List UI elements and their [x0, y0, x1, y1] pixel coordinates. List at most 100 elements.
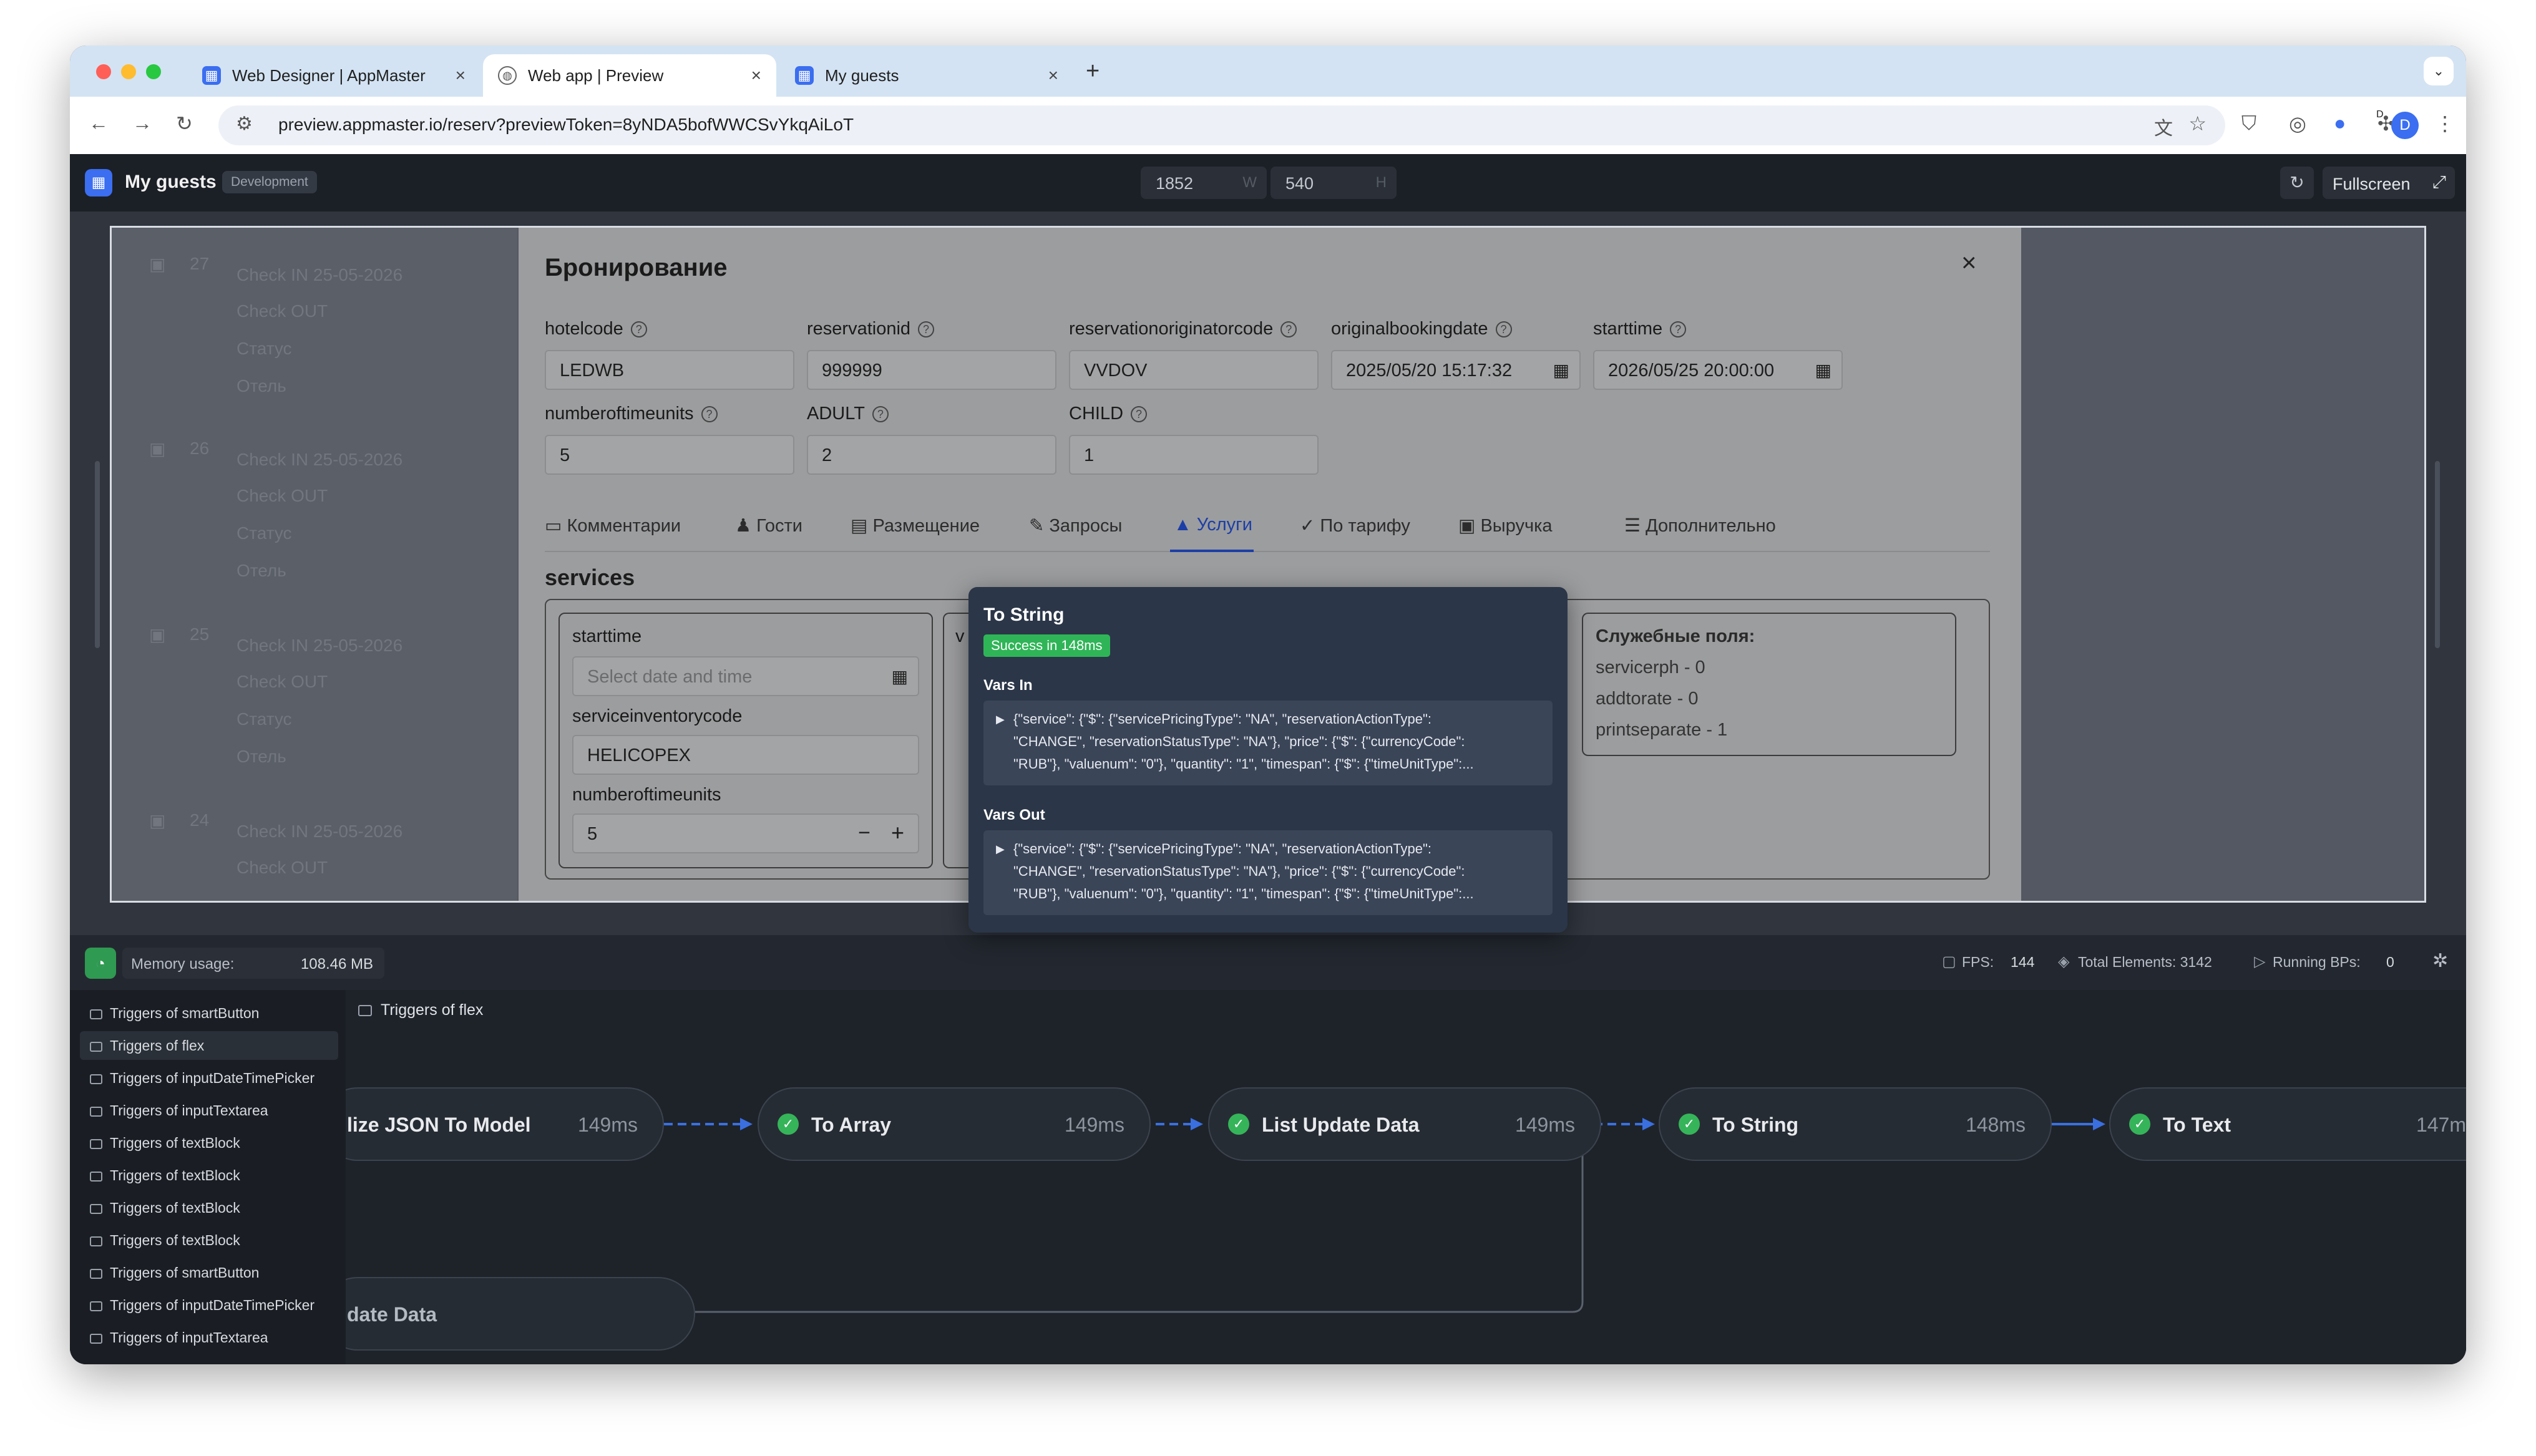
refresh-preview-button[interactable]: ↻	[2280, 167, 2314, 199]
trigger-item[interactable]: Triggers of textBlock	[80, 1193, 338, 1222]
node-tooltip: To String Success in 148ms Vars In ▶ {"s…	[968, 587, 1568, 933]
trigger-item[interactable]: Triggers of inputDateTimePicker	[80, 1064, 338, 1092]
serviceinventorycode-input[interactable]: HELICOPEX	[572, 735, 919, 775]
browser-tab-preview[interactable]: ◍ Web app | Preview ×	[483, 54, 776, 97]
trigger-item[interactable]: Triggers of smartButton	[80, 1258, 338, 1287]
forward-icon[interactable]: →	[132, 112, 152, 135]
trigger-item[interactable]: Triggers of textBlock	[80, 1161, 338, 1190]
child-input[interactable]: 1	[1069, 435, 1319, 475]
hotelcode-input[interactable]: LEDWB	[545, 350, 794, 390]
fullscreen-button[interactable]: Fullscreen ⤢	[2323, 167, 2455, 199]
expand-caret-icon[interactable]: ▶	[996, 838, 1005, 860]
extension-puzzle-icon[interactable]: ◎	[2289, 112, 2306, 135]
tooltip-title: To String	[983, 604, 1065, 625]
tab-revenue[interactable]: ▣ Выручка	[1458, 515, 1553, 536]
trigger-icon	[90, 1172, 102, 1182]
trigger-item[interactable]: Triggers of textBlock	[80, 1128, 338, 1157]
trigger-item[interactable]: Triggers of inputDateTimePicker	[80, 1291, 338, 1319]
minimize-window-button[interactable]	[121, 64, 136, 79]
flow-canvas[interactable]: Triggers of flex lize JSON To Model 149m…	[346, 990, 2466, 1364]
adult-input[interactable]: 2	[807, 435, 1056, 475]
trigger-item[interactable]: Triggers of inputTextarea	[80, 1096, 338, 1125]
flow-node-update-data-lower[interactable]: date Data	[346, 1277, 695, 1351]
close-tab-icon[interactable]: ×	[456, 66, 466, 85]
expand-caret-icon[interactable]: ▶	[996, 708, 1005, 730]
extension-shield-icon[interactable]: ⛉	[2241, 112, 2256, 135]
calendar-icon[interactable]: ▦	[1553, 360, 1569, 381]
node-name: To String	[1712, 1114, 1799, 1136]
tab-additional[interactable]: ☰ Дополнительно	[1624, 515, 1776, 536]
extension-dot-icon[interactable]: ●	[2334, 112, 2346, 135]
help-icon: ?	[1131, 406, 1148, 422]
trigger-item[interactable]: Triggers of smartButton	[80, 999, 338, 1027]
calendar-icon[interactable]: ▦	[892, 666, 908, 687]
reservationid-input[interactable]: 999999	[807, 350, 1056, 390]
close-tab-icon[interactable]: ×	[1048, 66, 1058, 85]
flow-node-to-text[interactable]: ✓ To Text 147ms	[2109, 1087, 2466, 1161]
modal-close-icon[interactable]: ×	[1961, 248, 1977, 278]
url-text[interactable]: preview.appmaster.io/reserv?previewToken…	[278, 115, 854, 135]
trigger-icon	[90, 1042, 102, 1052]
fps-label: FPS:	[1962, 954, 1994, 970]
flow-node-to-string[interactable]: ✓ To String 148ms	[1659, 1087, 2052, 1161]
success-check-icon: ✓	[1228, 1114, 1249, 1135]
reload-icon[interactable]: ↻	[176, 112, 193, 135]
new-tab-button[interactable]: +	[1086, 58, 1100, 85]
service-units-stepper[interactable]: 5 − +	[572, 813, 919, 853]
stage-scrollbar-left[interactable]	[95, 461, 100, 648]
originalbookingdate-value: 2025/05/20 15:17:32	[1346, 361, 1513, 381]
child-label: CHILD?	[1069, 404, 1148, 424]
node-name: lize JSON To Model	[347, 1114, 531, 1136]
numberoftimeunits-input[interactable]: 5	[545, 435, 794, 475]
address-bar[interactable]: ⚙ preview.appmaster.io/reserv?previewTok…	[218, 105, 2225, 145]
trigger-item[interactable]: Triggers of inputTextarea	[80, 1323, 338, 1352]
flow-node-json-to-model[interactable]: lize JSON To Model 149ms	[346, 1087, 664, 1161]
zoom-window-button[interactable]	[146, 64, 161, 79]
close-tab-icon[interactable]: ×	[751, 66, 761, 85]
hotelcode-label: hotelcode?	[545, 319, 647, 339]
height-unit: H	[1375, 174, 1387, 191]
trigger-item[interactable]: Triggers of textBlock	[80, 1226, 338, 1255]
node-time: 149ms	[1064, 1114, 1124, 1136]
originalbookingdate-input[interactable]: 2025/05/20 15:17:32 ▦	[1331, 350, 1581, 390]
vars-out-value[interactable]: ▶ {"service": {"$": {"servicePricingType…	[983, 830, 1553, 915]
globe-icon: ◍	[498, 66, 517, 85]
profile-avatar-circle[interactable]: D	[2391, 112, 2419, 139]
service-starttime-input[interactable]: Select date and time ▦	[572, 656, 919, 696]
back-icon[interactable]: ←	[89, 112, 109, 135]
flow-node-list-update-data[interactable]: ✓ List Update Data 149ms	[1208, 1087, 1601, 1161]
tab-accommodation[interactable]: ▤ Размещение	[851, 515, 980, 536]
browser-tab-web-designer[interactable]: ▦ Web Designer | AppMaster ×	[187, 54, 480, 97]
starttime-input[interactable]: 2026/05/25 20:00:00 ▦	[1593, 350, 1843, 390]
tab-by-rate[interactable]: ✓ По тарифу	[1300, 515, 1410, 536]
flow-node-to-array[interactable]: ✓ To Array 149ms	[758, 1087, 1151, 1161]
browser-window: ▦ Web Designer | AppMaster × ◍ Web app |…	[70, 46, 2466, 1364]
calendar-icon[interactable]: ▦	[1815, 360, 1831, 381]
bookmark-star-icon[interactable]: ☆	[2188, 112, 2207, 135]
tab-comments[interactable]: ▭ Комментарии	[545, 515, 681, 536]
increment-button[interactable]: +	[891, 820, 904, 846]
browser-menu-icon[interactable]: ⋮	[2435, 112, 2455, 135]
height-input[interactable]: 540 H	[1270, 167, 1397, 199]
fullscreen-label: Fullscreen	[2333, 175, 2411, 193]
debug-bug-icon[interactable]: ✲	[2432, 950, 2448, 972]
site-settings-icon[interactable]: ⚙	[236, 113, 253, 135]
tab-requests[interactable]: ✎ Запросы	[1029, 515, 1122, 536]
row-check-in: Check IN 25-05-2026	[237, 636, 403, 655]
vars-in-value[interactable]: ▶ {"service": {"$": {"servicePricingType…	[983, 701, 1553, 785]
close-window-button[interactable]	[96, 64, 111, 79]
translate-icon[interactable]: 文	[2154, 113, 2173, 140]
reservationoriginatorcode-input[interactable]: VVDOV	[1069, 350, 1319, 390]
tab-guests[interactable]: ♟ Гости	[735, 515, 802, 536]
tab-search-button[interactable]: ⌄	[2424, 57, 2454, 85]
browser-tab-my-guests[interactable]: ▦ My guests ×	[780, 54, 1073, 97]
reservationoriginatorcode-label: reservationoriginatorcode?	[1069, 319, 1297, 339]
help-icon: ?	[872, 406, 889, 422]
appmaster-icon: ▦	[795, 66, 814, 85]
starttime-label: starttime?	[1593, 319, 1687, 339]
stage-scrollbar-right[interactable]	[2435, 461, 2440, 648]
width-input[interactable]: 1852 W	[1141, 167, 1267, 199]
tab-services[interactable]: ▲ Услуги	[1174, 515, 1252, 535]
decrement-button[interactable]: −	[858, 821, 871, 845]
trigger-item[interactable]: Triggers of flex	[80, 1031, 338, 1060]
